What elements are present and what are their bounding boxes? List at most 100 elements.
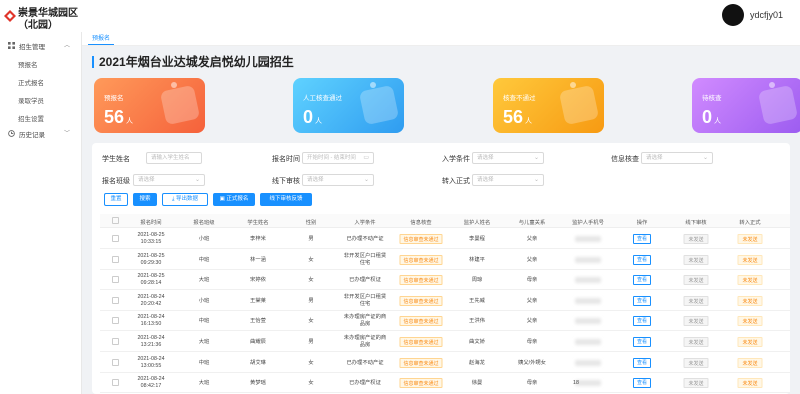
check-status-badge: 信息审查未通过 xyxy=(399,295,443,306)
cell-guardian: 王先威 xyxy=(469,297,485,304)
sidebar-group-label: 历史记录 xyxy=(19,132,45,139)
view-button[interactable]: 查看 xyxy=(632,378,652,389)
cell-class: 大班 xyxy=(198,339,210,345)
cell-name: 宋婷依 xyxy=(250,277,266,284)
row-checkbox[interactable] xyxy=(112,379,119,387)
table-row: 2021-08-25 09:29:30 中班 林一涵 女 非开发区户口租赁 住宅 信息审查未通… xyxy=(100,249,790,270)
formal-signup-button[interactable]: ▣ 正式报名 xyxy=(213,193,255,206)
phone-redacted xyxy=(575,318,601,325)
table-row: 2021-08-24 20:20:42 小班 王棠莱 男 非开发区户口租赁 住宅 信息审查未通… xyxy=(100,290,790,311)
table-row: 2021-08-24 13:21:36 大班 曲耀辰 男 未办理房产证的商 品房 信息审查未通… xyxy=(100,332,790,352)
cell-condition: 未办理房产证的商 品房 xyxy=(343,335,387,348)
chevron-down-icon: ⌄ xyxy=(533,155,539,161)
col-header: 转入正式 xyxy=(739,220,761,226)
card-illustration-icon xyxy=(358,84,400,126)
app-title: 崇景华城园区（北园） xyxy=(18,8,78,31)
row-checkbox[interactable] xyxy=(112,235,119,242)
formal-status-badge: 未发送 xyxy=(737,337,763,347)
phone-redacted xyxy=(575,236,601,242)
view-button[interactable]: 查看 xyxy=(632,254,652,265)
chevron-down-icon: ﹀ xyxy=(64,131,71,137)
stat-value: 0人 xyxy=(702,107,722,127)
reset-button[interactable]: 重置 xyxy=(104,193,128,206)
cell-relation: 母亲 xyxy=(526,277,538,284)
signup-class-label: 报名班级 xyxy=(102,178,130,185)
cell-class: 中班 xyxy=(198,318,210,325)
row-checkbox[interactable] xyxy=(112,296,119,304)
cell-name: 王怡萱 xyxy=(250,318,266,325)
cell-gender: 女 xyxy=(308,277,314,284)
cell-gender: 男 xyxy=(308,297,314,304)
cell-time: 2021-08-25 09:28:14 xyxy=(137,273,165,287)
view-button[interactable]: 查看 xyxy=(632,357,652,368)
formal-status-badge: 未发送 xyxy=(737,357,763,368)
row-checkbox[interactable] xyxy=(112,276,119,284)
row-checkbox[interactable] xyxy=(112,317,119,325)
check-status-badge: 信息审查未通过 xyxy=(399,378,443,389)
sidebar-group-history[interactable]: 历史记录 ﹀ xyxy=(0,124,82,142)
table-row: 2021-08-24 16:13:50 中班 王怡萱 女 未办理房产证的商 品房 信息审查未通… xyxy=(100,311,790,332)
formal-transfer-select[interactable]: 请选择 ⌄ xyxy=(472,174,544,186)
offline-status-badge: 未发送 xyxy=(683,337,709,347)
cell-relation: 母亲 xyxy=(526,380,538,387)
avatar[interactable] xyxy=(722,4,744,26)
cell-guardian: 林建平 xyxy=(469,256,485,263)
table-row: 2021-08-24 13:00:55 中班 胡艾琳 女 已办理不动产证 信息审查未通过 赵海… xyxy=(100,352,790,373)
cell-guardian: 王洪伟 xyxy=(469,318,485,325)
offline-status-badge: 未发送 xyxy=(683,295,709,306)
view-button[interactable]: 查看 xyxy=(632,234,652,244)
sidebar-item-admitted[interactable]: 录取学员 xyxy=(0,90,82,108)
offline-feedback-button[interactable]: 线下审核反馈 xyxy=(260,193,312,206)
check-status-badge: 信息审查未通过 xyxy=(399,316,443,327)
chevron-down-icon: ⌄ xyxy=(702,155,708,161)
cell-guardian: 曲文娇 xyxy=(469,339,485,345)
cell-condition: 已办理产权证 xyxy=(349,380,381,387)
cell-guardian: 李曼程 xyxy=(469,236,485,242)
cell-relation: 父亲 xyxy=(526,256,538,263)
formal-status-badge: 未发送 xyxy=(737,378,763,389)
cell-time: 2021-08-25 09:29:30 xyxy=(137,252,165,266)
formal-status-badge: 未发送 xyxy=(737,275,763,286)
sidebar-group-enrollment[interactable]: 招生管理 ︿ xyxy=(0,36,82,54)
offline-status-badge: 未发送 xyxy=(683,378,709,389)
cell-guardian: 徐曼 xyxy=(471,380,483,387)
sidebar-item-formal-signup[interactable]: 正式报名 xyxy=(0,72,82,90)
export-button[interactable]: ⤓ 导出数据 xyxy=(162,193,208,206)
offline-status-badge: 未发送 xyxy=(683,316,709,327)
phone-redacted xyxy=(575,297,601,304)
chevron-down-icon: ⌄ xyxy=(363,177,369,183)
sidebar-group-label: 招生管理 xyxy=(19,44,45,51)
row-checkbox[interactable] xyxy=(112,358,119,366)
sparkle-icon xyxy=(370,82,376,88)
cell-phone: 18 xyxy=(573,380,579,387)
username[interactable]: ydcfjy01 xyxy=(750,10,783,20)
signup-class-select[interactable]: 请选择 ⌄ xyxy=(133,174,205,186)
cell-gender: 女 xyxy=(308,380,314,387)
view-button[interactable]: 查看 xyxy=(632,337,652,347)
cell-condition: 已办理产权证 xyxy=(349,277,381,284)
student-name-input[interactable]: 请输入学生姓名 xyxy=(146,152,202,164)
row-checkbox[interactable] xyxy=(112,255,119,263)
student-name-label: 学生姓名 xyxy=(102,156,130,163)
offline-review-select[interactable]: 请选择 ⌄ xyxy=(302,174,374,186)
view-button[interactable]: 查看 xyxy=(632,295,652,306)
info-check-select[interactable]: 请选择 ⌄ xyxy=(641,152,713,164)
admission-select[interactable]: 请选择 ⌄ xyxy=(472,152,544,164)
select-all-checkbox[interactable] xyxy=(112,217,119,224)
calendar-icon: ▭ xyxy=(363,155,369,161)
cell-time: 2021-08-25 10:33:15 xyxy=(137,232,165,245)
row-checkbox[interactable] xyxy=(112,338,119,345)
tab-pre-signup[interactable]: 预报名 xyxy=(88,34,115,45)
cell-gender: 男 xyxy=(308,339,314,345)
sidebar-item-pre-signup[interactable]: 预报名 xyxy=(0,54,82,72)
signup-time-picker[interactable]: 开始时间 - 结束时间 ▭ xyxy=(302,152,374,164)
stat-card-pending: 待核查 0人 xyxy=(692,78,800,133)
history-icon xyxy=(8,130,15,137)
tab-bar: 预报名 xyxy=(82,32,800,46)
view-button[interactable]: 查看 xyxy=(632,316,652,327)
formal-status-badge: 未发送 xyxy=(737,316,763,327)
table-row: 2021-08-25 09:28:14 大班 宋婷依 女 已办理产权证 信息审查未通过 周琼 母… xyxy=(100,270,790,291)
search-button[interactable]: 搜索 xyxy=(133,193,157,206)
view-button[interactable]: 查看 xyxy=(632,275,652,286)
cell-time: 2021-08-24 08:42:17 xyxy=(137,376,165,390)
